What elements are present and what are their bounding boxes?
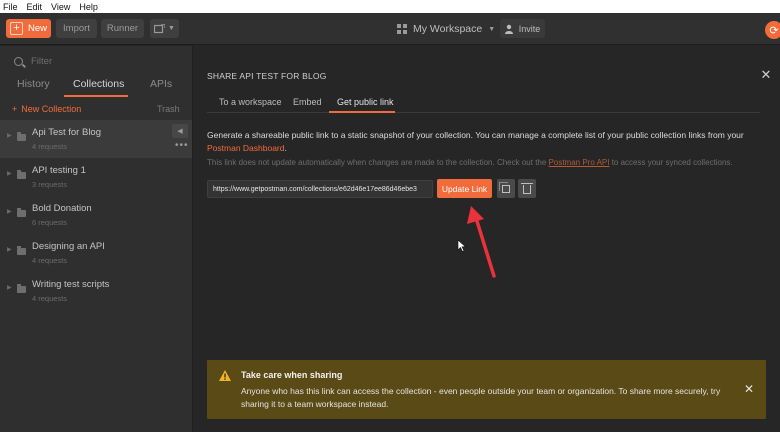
grid-icon — [397, 24, 407, 34]
postman-pro-api-link[interactable]: Postman Pro API — [549, 158, 610, 167]
workspace-switcher[interactable]: My Workspace ▼ — [397, 21, 495, 37]
filter-placeholder: Filter — [31, 55, 53, 67]
collection-name: Designing an API — [32, 241, 105, 252]
collection-item[interactable]: ▶ Bold Donation 6 requests — [0, 196, 192, 234]
plus-icon: + — [12, 104, 18, 114]
new-collection-button[interactable]: + New Collection — [12, 104, 81, 114]
close-icon[interactable]: ✕ — [759, 67, 773, 82]
folder-icon — [17, 284, 26, 293]
collection-list: ▶ Api Test for Blog 4 requests ◀ ••• ▶ A… — [0, 120, 192, 310]
collection-name: API testing 1 — [32, 165, 86, 176]
delete-link-button[interactable] — [518, 179, 536, 198]
collection-count: 4 requests — [32, 256, 68, 265]
active-tab-indicator — [329, 111, 395, 113]
search-icon — [14, 56, 23, 66]
menu-edit[interactable]: Edit — [27, 2, 43, 12]
tab-to-workspace[interactable]: To a workspace — [219, 97, 282, 107]
folder-icon — [17, 132, 26, 141]
close-icon[interactable]: ✕ — [743, 382, 755, 396]
sharing-warning-banner: Take care when sharing Anyone who has th… — [207, 360, 766, 419]
chevron-down-icon: ▼ — [488, 25, 496, 33]
share-tabs: To a workspace Embed Get public link — [207, 93, 760, 113]
import-button[interactable]: Import — [56, 19, 97, 38]
new-button[interactable]: + New — [6, 19, 51, 38]
collection-item[interactable]: ▶ API testing 1 3 requests — [0, 158, 192, 196]
collection-name: Bold Donation — [32, 203, 92, 214]
chevron-right-icon[interactable]: ▶ — [7, 132, 12, 139]
invite-button[interactable]: Invite — [500, 19, 545, 38]
menu-file[interactable]: File — [3, 2, 18, 12]
active-tab-indicator — [64, 95, 128, 97]
tab-embed[interactable]: Embed — [293, 97, 322, 107]
chevron-right-icon[interactable]: ▶ — [7, 208, 12, 215]
folder-icon — [17, 170, 26, 179]
public-link-field[interactable]: https://www.getpostman.com/collections/e… — [207, 180, 433, 198]
description-text: Generate a shareable public link to a st… — [207, 129, 747, 155]
trash-link[interactable]: Trash — [157, 104, 180, 114]
tab-collections[interactable]: Collections — [73, 78, 124, 90]
top-toolbar: + New Import Runner ▼ My Workspace ▼ Inv… — [0, 13, 780, 45]
chevron-right-icon[interactable]: ▶ — [7, 246, 12, 253]
warning-body: Anyone who has this link can access the … — [241, 386, 721, 409]
warning-icon — [219, 370, 231, 381]
folder-icon — [17, 208, 26, 217]
collection-name: Writing test scripts — [32, 279, 110, 290]
tab-apis[interactable]: APIs — [150, 78, 172, 90]
tab-history[interactable]: History — [17, 78, 50, 90]
note-prefix: This link does not update automatically … — [207, 158, 549, 167]
warning-title: Take care when sharing — [241, 370, 343, 380]
trash-icon — [521, 183, 533, 194]
collection-item[interactable]: ▶ Writing test scripts 4 requests — [0, 272, 192, 310]
invite-label: Invite — [518, 23, 541, 34]
workspace-label: My Workspace — [413, 23, 483, 35]
collection-name: Api Test for Blog — [32, 127, 102, 138]
new-collection-label: New Collection — [21, 104, 82, 114]
sync-icon[interactable]: ⟳ — [765, 21, 780, 39]
more-options-icon[interactable]: ••• — [175, 140, 189, 151]
menu-view[interactable]: View — [51, 2, 70, 12]
chevron-left-icon[interactable]: ◀ — [172, 124, 188, 138]
tab-get-public-link[interactable]: Get public link — [337, 97, 394, 107]
menu-help[interactable]: Help — [79, 2, 98, 12]
new-button-label: New — [28, 23, 48, 34]
collection-item[interactable]: ▶ Designing an API 4 requests — [0, 234, 192, 272]
sidebar-tabs: History Collections APIs — [0, 78, 193, 100]
copy-link-button[interactable] — [497, 179, 515, 198]
modal-title: SHARE API TEST FOR BLOG — [207, 71, 327, 81]
open-new-button[interactable]: ▼ — [150, 19, 179, 38]
collection-count: 4 requests — [32, 294, 68, 303]
note-suffix: to access your synced collections. — [609, 158, 733, 167]
sidebar: Filter History Collections APIs + New Co… — [0, 46, 193, 432]
window-menu-bar: File Edit View Help — [0, 0, 780, 13]
copy-icon — [499, 181, 510, 193]
folder-icon — [17, 246, 26, 255]
update-link-button[interactable]: Update Link — [437, 179, 492, 198]
runner-button[interactable]: Runner — [101, 19, 144, 38]
collection-count: 4 requests — [32, 142, 68, 151]
filter-search[interactable]: Filter — [14, 54, 52, 68]
collection-count: 3 requests — [32, 180, 68, 189]
collection-item[interactable]: ▶ Api Test for Blog 4 requests ◀ ••• — [0, 120, 192, 158]
description-body: Generate a shareable public link to a st… — [207, 130, 744, 140]
postman-dashboard-link[interactable]: Postman Dashboard — [207, 143, 285, 153]
plus-icon: + — [10, 22, 23, 35]
sync-note: This link does not update automatically … — [207, 158, 747, 167]
chevron-right-icon[interactable]: ▶ — [7, 170, 12, 177]
collection-count: 6 requests — [32, 218, 68, 227]
new-window-icon — [154, 23, 166, 33]
chevron-right-icon[interactable]: ▶ — [7, 284, 12, 291]
description-end: . — [284, 143, 287, 153]
chevron-down-icon: ▼ — [168, 25, 175, 32]
add-user-icon — [504, 24, 513, 34]
